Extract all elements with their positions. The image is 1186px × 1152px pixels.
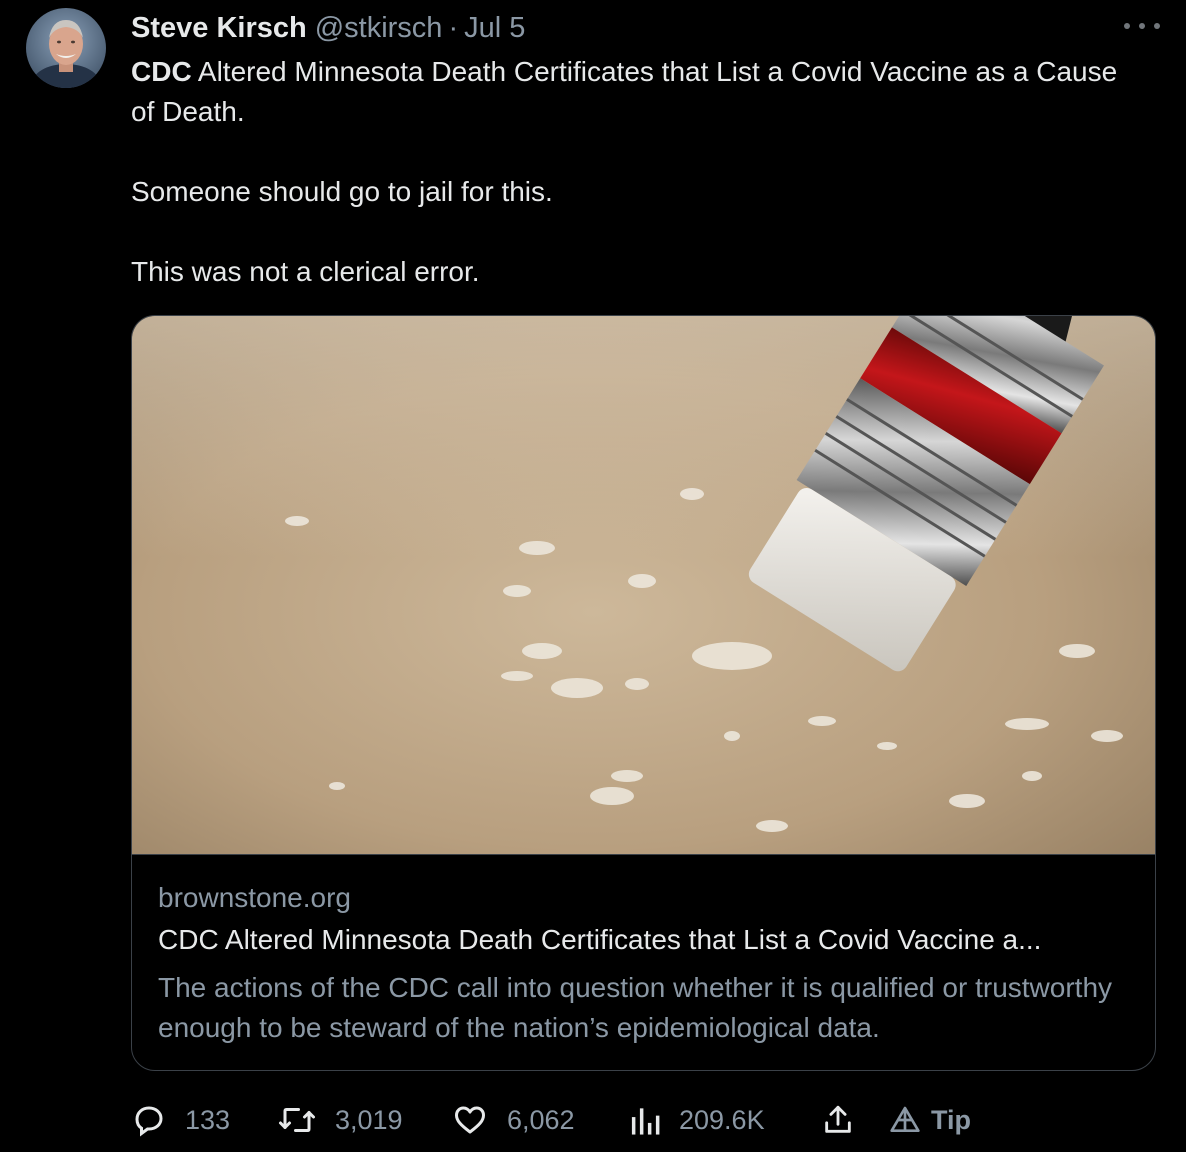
card-image[interactable] [132, 316, 1155, 855]
share-icon [825, 1105, 851, 1133]
tip-label: Tip [931, 1104, 971, 1135]
tweet-text-line2: Someone should go to jail for this. [131, 176, 553, 207]
heart-icon [455, 1106, 485, 1134]
more-icon[interactable] [1124, 14, 1160, 38]
like-count: 6,062 [507, 1104, 575, 1135]
tweet-text-line1: CDC Altered Minnesota Death Certificates… [131, 52, 1141, 132]
action-bar: 133 3,019 6,062 209.6K Tip [131, 1098, 1031, 1142]
separator: · [448, 11, 459, 44]
tweet[interactable]: Steve Kirsch @stkirsch · Jul 5 CDC Alter… [0, 0, 1186, 1152]
views-count: 209.6K [679, 1104, 765, 1135]
tweet-text-bold: CDC [131, 56, 192, 87]
share-button[interactable] [821, 1098, 855, 1142]
views-button[interactable]: 209.6K [629, 1098, 765, 1142]
display-name[interactable]: Steve Kirsch [131, 12, 307, 45]
reply-button[interactable]: 133 [131, 1098, 230, 1142]
handle[interactable]: @stkirsch [315, 12, 443, 45]
tweet-header: Steve Kirsch @stkirsch · Jul 5 [131, 8, 525, 48]
reply-count: 133 [185, 1104, 231, 1135]
like-button[interactable]: 6,062 [451, 1098, 575, 1142]
card-title: CDC Altered Minnesota Death Certificates… [158, 924, 1042, 955]
tweet-text-line3: This was not a clerical error. [131, 256, 480, 287]
link-card[interactable]: brownstone.org CDC Altered Minnesota Dea… [131, 315, 1156, 1071]
card-domain: brownstone.org [158, 882, 352, 913]
card-description: The actions of the CDC call into questio… [158, 972, 1113, 1043]
retweet-icon [279, 1108, 315, 1132]
tweet-text-rest: Altered Minnesota Death Certificates tha… [131, 56, 1118, 127]
analytics-icon [631, 1108, 660, 1135]
tip-icon [890, 1106, 920, 1132]
tip-button[interactable]: Tip [889, 1098, 971, 1142]
retweet-count: 3,019 [335, 1104, 403, 1135]
timestamp[interactable]: Jul 5 [464, 12, 525, 45]
avatar[interactable] [26, 8, 106, 88]
retweet-button[interactable]: 3,019 [277, 1098, 403, 1142]
reply-icon [135, 1106, 163, 1137]
